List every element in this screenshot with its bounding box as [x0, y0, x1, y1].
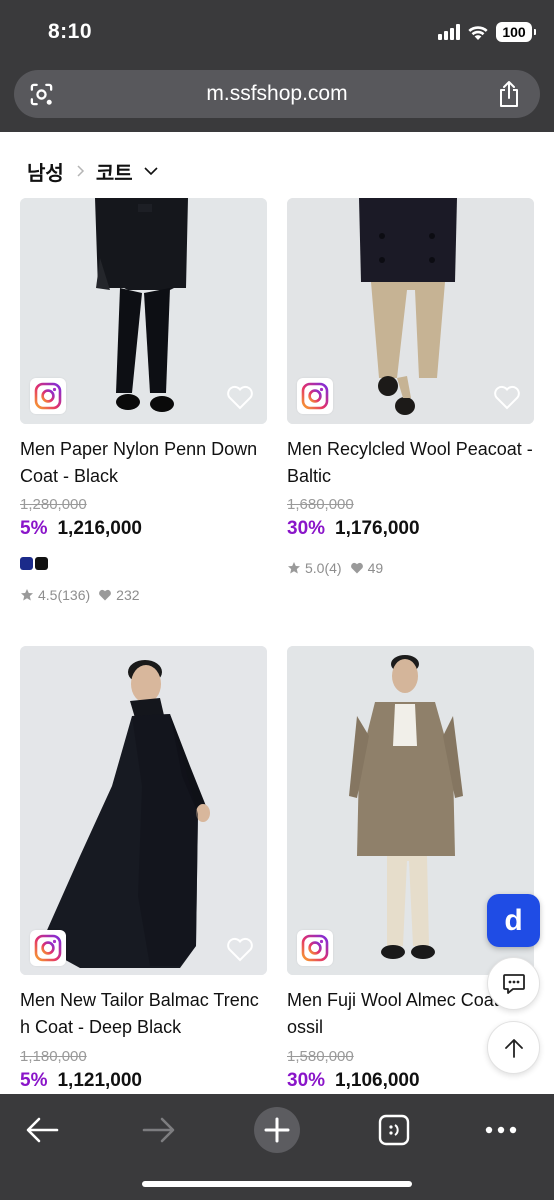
forward-arrow-icon: [142, 1117, 175, 1143]
like-count: 49: [367, 560, 384, 576]
plus-icon: [254, 1107, 300, 1153]
cellular-signal-icon: [438, 24, 460, 40]
product-card[interactable]: Men Paper Nylon Penn Down Coat - Black 1…: [20, 198, 267, 608]
instagram-icon: [301, 382, 329, 410]
scroll-top-button[interactable]: [487, 1021, 540, 1074]
discount-rate: 30%: [287, 518, 326, 539]
status-icons: 100: [438, 22, 536, 42]
chat-icon: [502, 973, 525, 994]
browser-top-chrome: 8:10 100 m.ssfshop.com: [0, 0, 554, 132]
original-price: 1,680,000: [287, 496, 354, 513]
back-button[interactable]: [18, 1106, 66, 1154]
discount-rate: 5%: [20, 518, 48, 539]
instagram-icon: [301, 934, 329, 962]
like-count: 232: [116, 587, 140, 603]
rating: 5.0(4): [305, 560, 342, 576]
product-card[interactable]: Men New Tailor Balmac Trench Coat - Deep…: [20, 646, 267, 1094]
rating: 4.5(136): [38, 587, 91, 603]
heart-icon: [350, 562, 363, 574]
star-icon: [21, 589, 33, 601]
price-row: 5% 1,216,000: [20, 518, 142, 540]
discount-rate: 30%: [287, 1070, 326, 1091]
product-meta: 5.0(4) 49: [287, 560, 383, 576]
instagram-icon: [34, 382, 62, 410]
product-image[interactable]: [20, 646, 267, 975]
instagram-badge[interactable]: [297, 930, 333, 966]
battery-indicator: 100: [496, 22, 536, 42]
sale-price: 1,216,000: [57, 518, 142, 539]
price-row: 5% 1,121,000: [20, 1070, 142, 1092]
more-button[interactable]: [477, 1106, 525, 1154]
star-icon: [288, 562, 300, 574]
color-swatch[interactable]: [20, 557, 33, 570]
status-time: 8:10: [48, 20, 93, 43]
sale-price: 1,106,000: [335, 1070, 420, 1091]
product-name[interactable]: Men Paper Nylon Penn Down Coat - Black: [20, 436, 267, 490]
breadcrumb-parent[interactable]: 남성: [27, 157, 64, 186]
more-icon: [485, 1126, 517, 1134]
product-image[interactable]: [287, 198, 534, 424]
product-card[interactable]: Men Recylcled Wool Peacoat - Baltic 1,68…: [287, 198, 534, 588]
price-row: 30% 1,176,000: [287, 518, 420, 540]
product-image[interactable]: [20, 198, 267, 424]
address-bar[interactable]: m.ssfshop.com: [14, 70, 540, 118]
heart-outline-icon[interactable]: [492, 383, 522, 411]
back-arrow-icon: [26, 1117, 59, 1143]
sale-price: 1,176,000: [335, 518, 420, 539]
new-tab-button[interactable]: [253, 1106, 301, 1154]
product-photo: [20, 646, 267, 975]
color-swatches: [20, 557, 48, 570]
product-name[interactable]: Men Recylcled Wool Peacoat - Baltic: [287, 436, 534, 490]
url-text[interactable]: m.ssfshop.com: [14, 82, 540, 106]
chevron-down-icon[interactable]: [143, 164, 159, 178]
sale-price: 1,121,000: [57, 1070, 142, 1091]
price-row: 30% 1,106,000: [287, 1070, 420, 1092]
instagram-badge[interactable]: [30, 378, 66, 414]
heart-outline-icon[interactable]: [225, 935, 255, 963]
instagram-badge[interactable]: [297, 378, 333, 414]
wifi-icon: [468, 25, 488, 40]
home-indicator: [142, 1181, 412, 1187]
instagram-icon: [34, 934, 62, 962]
heart-icon: [99, 589, 112, 601]
share-icon[interactable]: [496, 80, 522, 108]
tabs-button[interactable]: [370, 1106, 418, 1154]
heart-outline-icon[interactable]: [225, 383, 255, 411]
breadcrumb-current[interactable]: 코트: [96, 157, 133, 186]
product-name[interactable]: Men New Tailor Balmac Trench Coat - Deep…: [20, 987, 267, 1041]
breadcrumb: 남성 코트: [27, 156, 159, 186]
tabs-icon: [378, 1114, 410, 1146]
color-swatch[interactable]: [35, 557, 48, 570]
original-price: 1,280,000: [20, 496, 87, 513]
d-app-button[interactable]: d: [487, 894, 540, 947]
discount-rate: 5%: [20, 1070, 48, 1091]
chevron-right-icon: [77, 165, 84, 177]
arrow-up-icon: [504, 1038, 523, 1058]
instagram-badge[interactable]: [30, 930, 66, 966]
chat-button[interactable]: [487, 957, 540, 1010]
original-price: 1,580,000: [287, 1048, 354, 1065]
product-meta: 4.5(136) 232: [20, 587, 140, 603]
original-price: 1,180,000: [20, 1048, 87, 1065]
forward-button[interactable]: [135, 1106, 183, 1154]
